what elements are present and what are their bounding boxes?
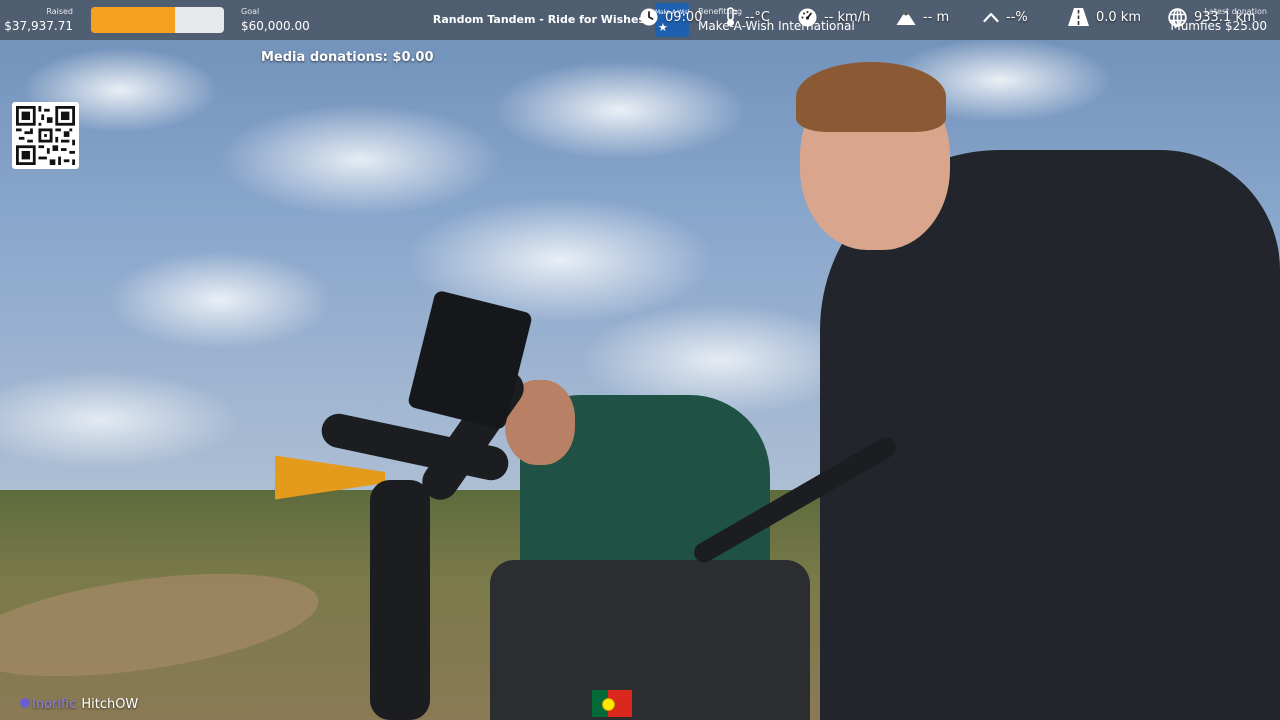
- goal-label: Goal: [241, 7, 260, 16]
- media-donations: Media donations: $0.00: [261, 50, 434, 65]
- incline-stat: --%: [983, 6, 1028, 28]
- distance-stat: 0.0 km: [1068, 6, 1141, 28]
- road-icon: [1068, 8, 1089, 26]
- time-value: 09:00: [665, 9, 703, 25]
- channel-credit: Inorific HitchOW: [20, 697, 138, 712]
- telemetry-bar: Inorific HitchOW: [0, 688, 1280, 720]
- qr-code-graphic: [16, 106, 75, 165]
- mountain-icon: [896, 9, 916, 25]
- donation-progress-fill: [91, 7, 176, 33]
- altitude-stat: -- m: [896, 6, 949, 28]
- temperature-value: --°C: [745, 9, 770, 25]
- total-distance-value: 933.1 km: [1194, 9, 1256, 25]
- speedometer-icon: [798, 8, 817, 26]
- total-distance-stat: 933.1 km: [1168, 6, 1256, 28]
- video-frame: [0, 0, 1280, 720]
- raised-label: Raised: [46, 7, 73, 16]
- bike-fork: [370, 480, 430, 720]
- incline-value: --%: [1006, 9, 1028, 25]
- distance-value: 0.0 km: [1096, 9, 1141, 25]
- incline-icon: [983, 12, 999, 23]
- speed-value: -- km/h: [824, 9, 871, 25]
- goal-value: $60,000.00: [241, 19, 310, 33]
- raised-value: $37,937.71: [4, 19, 73, 33]
- channel-name: Inorific: [32, 697, 77, 712]
- temperature-stat: --°C: [724, 6, 770, 28]
- clock-icon: [640, 8, 658, 26]
- thermometer-icon: [727, 7, 737, 26]
- event-title: Random Tandem - Ride for Wishes: [432, 13, 645, 26]
- channel-icon: [20, 698, 30, 708]
- time-stat: 09:00: [640, 6, 702, 28]
- portugal-flag-icon: [592, 690, 632, 717]
- speed-stat: -- km/h: [798, 6, 870, 28]
- donation-progress-bar: [91, 7, 224, 33]
- altitude-value: -- m: [923, 9, 950, 25]
- globe-icon: [1168, 7, 1187, 27]
- rider-black-jacket-hair: [796, 62, 946, 132]
- qr-code-icon[interactable]: [12, 102, 79, 169]
- channel-user: HitchOW: [81, 697, 139, 712]
